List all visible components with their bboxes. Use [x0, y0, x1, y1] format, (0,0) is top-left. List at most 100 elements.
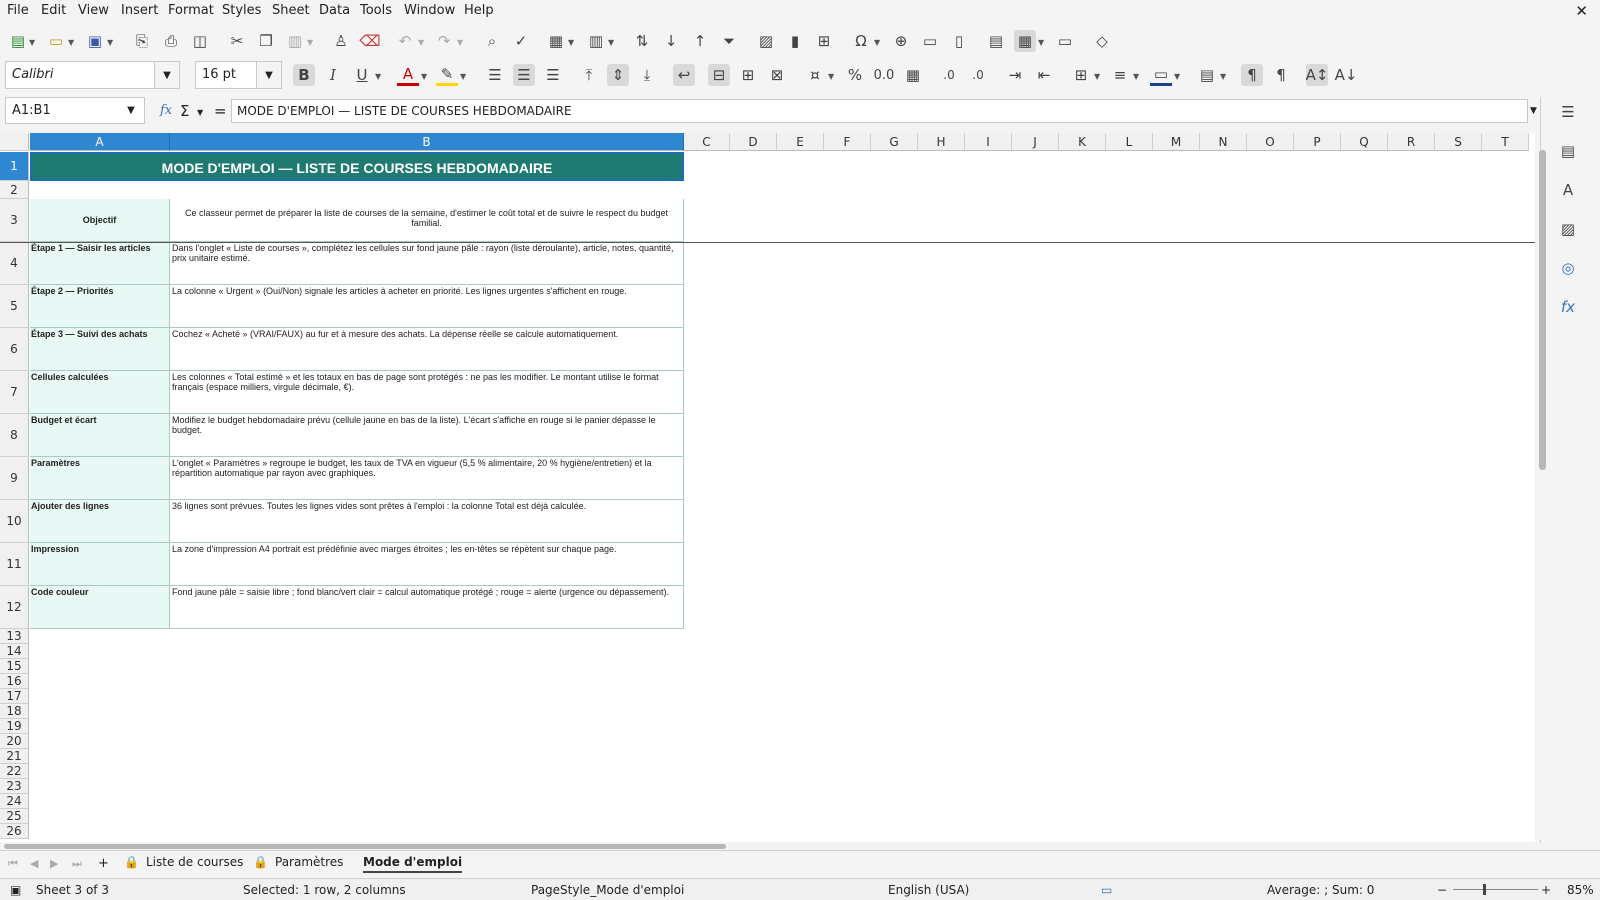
- menu-insert[interactable]: Insert: [121, 3, 158, 18]
- instruction-label[interactable]: Étape 3 — Suivi des achats: [30, 328, 170, 371]
- tab-parametres[interactable]: Paramètres: [275, 855, 343, 869]
- zoom-in-icon[interactable]: +: [1541, 883, 1551, 897]
- row-header[interactable]: 2: [0, 181, 29, 199]
- row-header[interactable]: 22: [0, 764, 29, 779]
- column-header[interactable]: K: [1059, 133, 1106, 151]
- column-header[interactable]: T: [1482, 133, 1529, 151]
- gallery-icon[interactable]: ▨: [1557, 218, 1579, 240]
- column-header[interactable]: J: [1012, 133, 1059, 151]
- column-header[interactable]: E: [777, 133, 824, 151]
- instruction-label[interactable]: Impression: [30, 543, 170, 586]
- align-right-icon[interactable]: ☰: [542, 64, 564, 86]
- merge-center-icon[interactable]: ⊟: [708, 64, 730, 86]
- underline-icon[interactable]: U: [351, 64, 373, 86]
- row-icon[interactable]: ▦: [545, 30, 567, 52]
- borders-icon[interactable]: ⊞: [1070, 64, 1092, 86]
- row-header[interactable]: 3: [0, 199, 29, 242]
- row-header[interactable]: 15: [0, 659, 29, 674]
- text-direction-icon[interactable]: A↕: [1306, 64, 1328, 86]
- date-icon[interactable]: ▦: [902, 64, 924, 86]
- row-header[interactable]: 13: [0, 629, 29, 644]
- align-bottom-icon[interactable]: ⤓: [636, 64, 658, 86]
- header-footer-icon[interactable]: ▯: [948, 30, 970, 52]
- instruction-label[interactable]: Ajouter des lignes: [30, 500, 170, 543]
- row-header[interactable]: 4: [0, 242, 29, 285]
- close-icon[interactable]: ✕: [1575, 2, 1588, 20]
- menu-data[interactable]: Data: [319, 3, 350, 18]
- increase-indent-icon[interactable]: ⇥: [1004, 64, 1026, 86]
- chevron-down-icon[interactable]: ▼: [568, 38, 574, 47]
- print-preview-icon[interactable]: ◫: [189, 30, 211, 52]
- instruction-label[interactable]: Paramètres: [30, 457, 170, 500]
- row-header[interactable]: 9: [0, 457, 29, 500]
- add-decimal-icon[interactable]: .0: [938, 64, 960, 86]
- column-header[interactable]: S: [1435, 133, 1482, 151]
- decrease-indent-icon[interactable]: ⇤: [1033, 64, 1055, 86]
- chevron-down-icon[interactable]: ▼: [307, 38, 313, 47]
- menu-styles[interactable]: Styles: [222, 3, 261, 18]
- row-header[interactable]: 12: [0, 586, 29, 629]
- instruction-text[interactable]: L'onglet « Paramètres » regroupe le budg…: [170, 457, 684, 500]
- tab-mode-d-emploi[interactable]: Mode d'emploi: [363, 855, 463, 873]
- instruction-label[interactable]: Code couleur: [30, 586, 170, 629]
- chevron-down-icon[interactable]: ▼: [1174, 72, 1180, 81]
- instruction-text[interactable]: Modifiez le budget hebdomadaire prévu (c…: [170, 414, 684, 457]
- menu-window[interactable]: Window: [404, 3, 455, 18]
- rtl-icon[interactable]: ¶: [1270, 64, 1292, 86]
- spellcheck-icon[interactable]: ✓: [510, 30, 532, 52]
- row-header[interactable]: 16: [0, 674, 29, 689]
- column-header[interactable]: D: [730, 133, 777, 151]
- column-header[interactable]: Q: [1341, 133, 1388, 151]
- paste-icon[interactable]: ▥: [284, 30, 306, 52]
- instruction-text[interactable]: La zone d'impression A4 portrait est pré…: [170, 543, 684, 586]
- row-header[interactable]: 23: [0, 779, 29, 794]
- menu-format[interactable]: Format: [168, 3, 214, 18]
- next-sheet-icon[interactable]: ▶: [50, 857, 58, 870]
- row-header[interactable]: 14: [0, 644, 29, 659]
- column-header[interactable]: B: [170, 133, 684, 151]
- formula-input[interactable]: MODE D'EMPLOI — LISTE DE COURSES HEBDOMA…: [231, 99, 1528, 123]
- row-header[interactable]: 6: [0, 328, 29, 371]
- special-character-icon[interactable]: Ω: [850, 30, 872, 52]
- column-header[interactable]: N: [1200, 133, 1247, 151]
- chevron-down-icon[interactable]: ▼: [256, 61, 282, 89]
- row-header[interactable]: 26: [0, 824, 29, 839]
- zoom-slider[interactable]: [1453, 889, 1538, 890]
- autofilter-icon[interactable]: ⏷: [718, 30, 740, 52]
- new-icon[interactable]: ▤: [7, 30, 29, 52]
- align-center-icon[interactable]: ☰: [513, 64, 535, 86]
- row-header[interactable]: 8: [0, 414, 29, 457]
- row-header[interactable]: 5: [0, 285, 29, 328]
- column-header[interactable]: G: [871, 133, 918, 151]
- find-replace-icon[interactable]: ⌕: [481, 30, 503, 52]
- row-header[interactable]: 10: [0, 500, 29, 543]
- objective-text[interactable]: Ce classeur permet de préparer la liste …: [170, 199, 684, 242]
- formula-icon[interactable]: =: [214, 102, 227, 120]
- chevron-down-icon[interactable]: ▼: [1133, 72, 1139, 81]
- align-left-icon[interactable]: ☰: [484, 64, 506, 86]
- title-cell[interactable]: MODE D'EMPLOI — LISTE DE COURSES HEBDOMA…: [30, 152, 684, 181]
- highlight-icon[interactable]: ✎: [436, 64, 458, 86]
- sort-icon[interactable]: ⇅: [631, 30, 653, 52]
- clear-format-icon[interactable]: ⌫: [359, 30, 381, 52]
- last-sheet-icon[interactable]: ⏭: [72, 857, 82, 871]
- draw-functions-icon[interactable]: ◇: [1091, 30, 1113, 52]
- instruction-text[interactable]: Les colonnes « Total estimé » et les tot…: [170, 371, 684, 414]
- split-window-icon[interactable]: ▭: [1054, 30, 1076, 52]
- menu-view[interactable]: View: [78, 3, 109, 18]
- chevron-down-icon[interactable]: ▼: [418, 38, 424, 47]
- menu-tools[interactable]: Tools: [360, 3, 392, 18]
- wrap-text-icon[interactable]: ↩: [673, 64, 695, 86]
- instruction-label[interactable]: Cellules calculées: [30, 371, 170, 414]
- menu-edit[interactable]: Edit: [41, 3, 66, 18]
- chevron-down-icon[interactable]: ▼: [457, 38, 463, 47]
- selection-mode-icon[interactable]: ▭: [1101, 883, 1112, 897]
- instruction-text[interactable]: La colonne « Urgent » (Oui/Non) signale …: [170, 285, 684, 328]
- chart-icon[interactable]: ▮: [784, 30, 806, 52]
- row-header[interactable]: 21: [0, 749, 29, 764]
- instruction-text[interactable]: Fond jaune pâle = saisie libre ; fond bl…: [170, 586, 684, 629]
- zoom-level[interactable]: 85%: [1567, 883, 1594, 897]
- sum-icon[interactable]: Σ: [180, 102, 189, 120]
- document-modified-icon[interactable]: ▣: [10, 883, 21, 897]
- column-header[interactable]: O: [1247, 133, 1294, 151]
